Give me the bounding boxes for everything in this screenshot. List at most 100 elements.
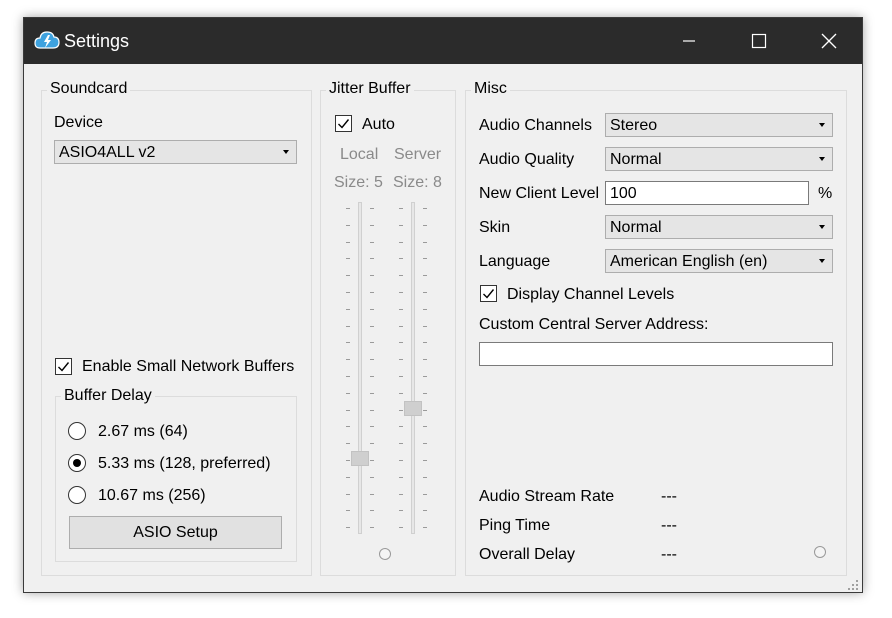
slider-tick [346,409,350,411]
slider-tick [399,460,403,461]
skin-select[interactable]: Normal [605,215,833,239]
slider-tick [423,359,427,361]
server-slider-handle[interactable] [404,401,422,416]
slider-tick [346,258,350,260]
close-icon [821,33,837,49]
slider-tick [399,376,403,377]
language-select[interactable]: American English (en) [605,249,833,273]
slider-tick [346,527,350,529]
display-levels-label[interactable]: Display Channel Levels [507,286,674,304]
jitter-status-led [379,548,391,560]
slider-tick [399,275,403,277]
app-cloud-icon [34,28,60,54]
slider-tick [370,224,374,226]
slider-tick [399,325,403,327]
auto-label[interactable]: Auto [362,116,395,134]
slider-tick [399,359,403,361]
slider-tick [346,493,350,495]
slider-tick [423,258,427,260]
slider-tick [346,510,350,512]
slider-tick [399,443,403,445]
skin-label: Skin [479,219,511,236]
minimize-icon [683,40,695,42]
slider-tick [346,476,350,478]
local-slider-handle[interactable] [351,451,369,466]
device-label: Device [54,114,103,131]
slider-tick [423,376,427,377]
slider-tick [370,241,374,243]
audio-channels-value: Stereo [610,117,658,134]
slider-tick [423,426,427,428]
slider-tick [346,224,350,226]
small-buffers-label[interactable]: Enable Small Network Buffers [82,358,294,376]
audio-channels-select[interactable]: Stereo [605,113,833,137]
slider-tick [423,392,427,394]
slider-tick [423,443,427,445]
skin-value: Normal [610,219,662,236]
slider-tick [423,308,427,310]
asio-setup-button[interactable]: ASIO Setup [69,516,282,549]
server-jitter-slider[interactable] [395,202,431,534]
buffer-256-radio[interactable] [68,486,86,504]
ping-time-value: --- [661,517,677,534]
server-label: Server [394,146,442,163]
close-button[interactable] [794,18,864,64]
buffer-128-radio[interactable] [68,454,86,472]
slider-tick [346,342,350,344]
misc-group-title: Misc [471,80,510,98]
buffer-128-label[interactable]: 5.33 ms (128, preferred) [98,455,271,473]
language-label: Language [479,253,551,270]
overall-delay-label: Overall Delay [479,546,576,563]
buffer-256-label[interactable]: 10.67 ms (256) [98,487,206,505]
audio-quality-value: Normal [610,151,662,168]
device-select[interactable]: ASIO4ALL v2 [54,140,297,164]
custom-server-input[interactable] [479,342,833,366]
slider-tick [399,258,403,260]
slider-tick [423,342,427,344]
resize-grip-icon[interactable] [848,580,860,592]
slider-tick [370,275,374,277]
slider-tick [423,292,427,293]
auto-checkbox[interactable] [335,115,352,132]
slider-tick [399,409,403,411]
server-size-label: Size: 8 [393,174,442,191]
local-jitter-slider[interactable] [342,202,378,534]
slider-tick [370,426,374,428]
slider-tick [370,443,374,445]
maximize-button[interactable] [724,18,794,64]
audio-quality-select[interactable]: Normal [605,147,833,171]
jitter-buffer-title: Jitter Buffer [326,80,414,98]
slider-tick [399,510,403,512]
chevron-down-icon [819,259,825,263]
percent-label: % [818,185,833,202]
slider-tick [346,292,350,293]
slider-tick [399,476,403,478]
stream-rate-label: Audio Stream Rate [479,488,615,505]
display-levels-checkbox[interactable] [480,285,497,302]
slider-tick [399,241,403,243]
slider-tick [423,208,427,209]
slider-tick [370,476,374,478]
small-buffers-checkbox[interactable] [55,358,72,375]
slider-tick [370,308,374,310]
slider-tick [399,308,403,310]
slider-tick [370,409,374,411]
new-client-level-value: 100 [610,185,637,202]
minimize-button[interactable] [654,18,724,64]
slider-tick [423,510,427,512]
slider-tick [370,208,374,209]
slider-tick [399,426,403,428]
slider-tick [399,493,403,495]
title-bar[interactable]: Settings [24,18,862,64]
slider-tick [370,510,374,512]
slider-tick [346,275,350,277]
slider-tick [423,241,427,243]
buffer-64-label[interactable]: 2.67 ms (64) [98,423,188,441]
buffer-64-radio[interactable] [68,422,86,440]
slider-tick [423,527,427,529]
slider-tick [370,376,374,377]
slider-tick [346,208,350,209]
slider-tick [370,292,374,293]
language-value: American English (en) [610,253,768,270]
new-client-level-input[interactable]: 100 [605,181,809,205]
